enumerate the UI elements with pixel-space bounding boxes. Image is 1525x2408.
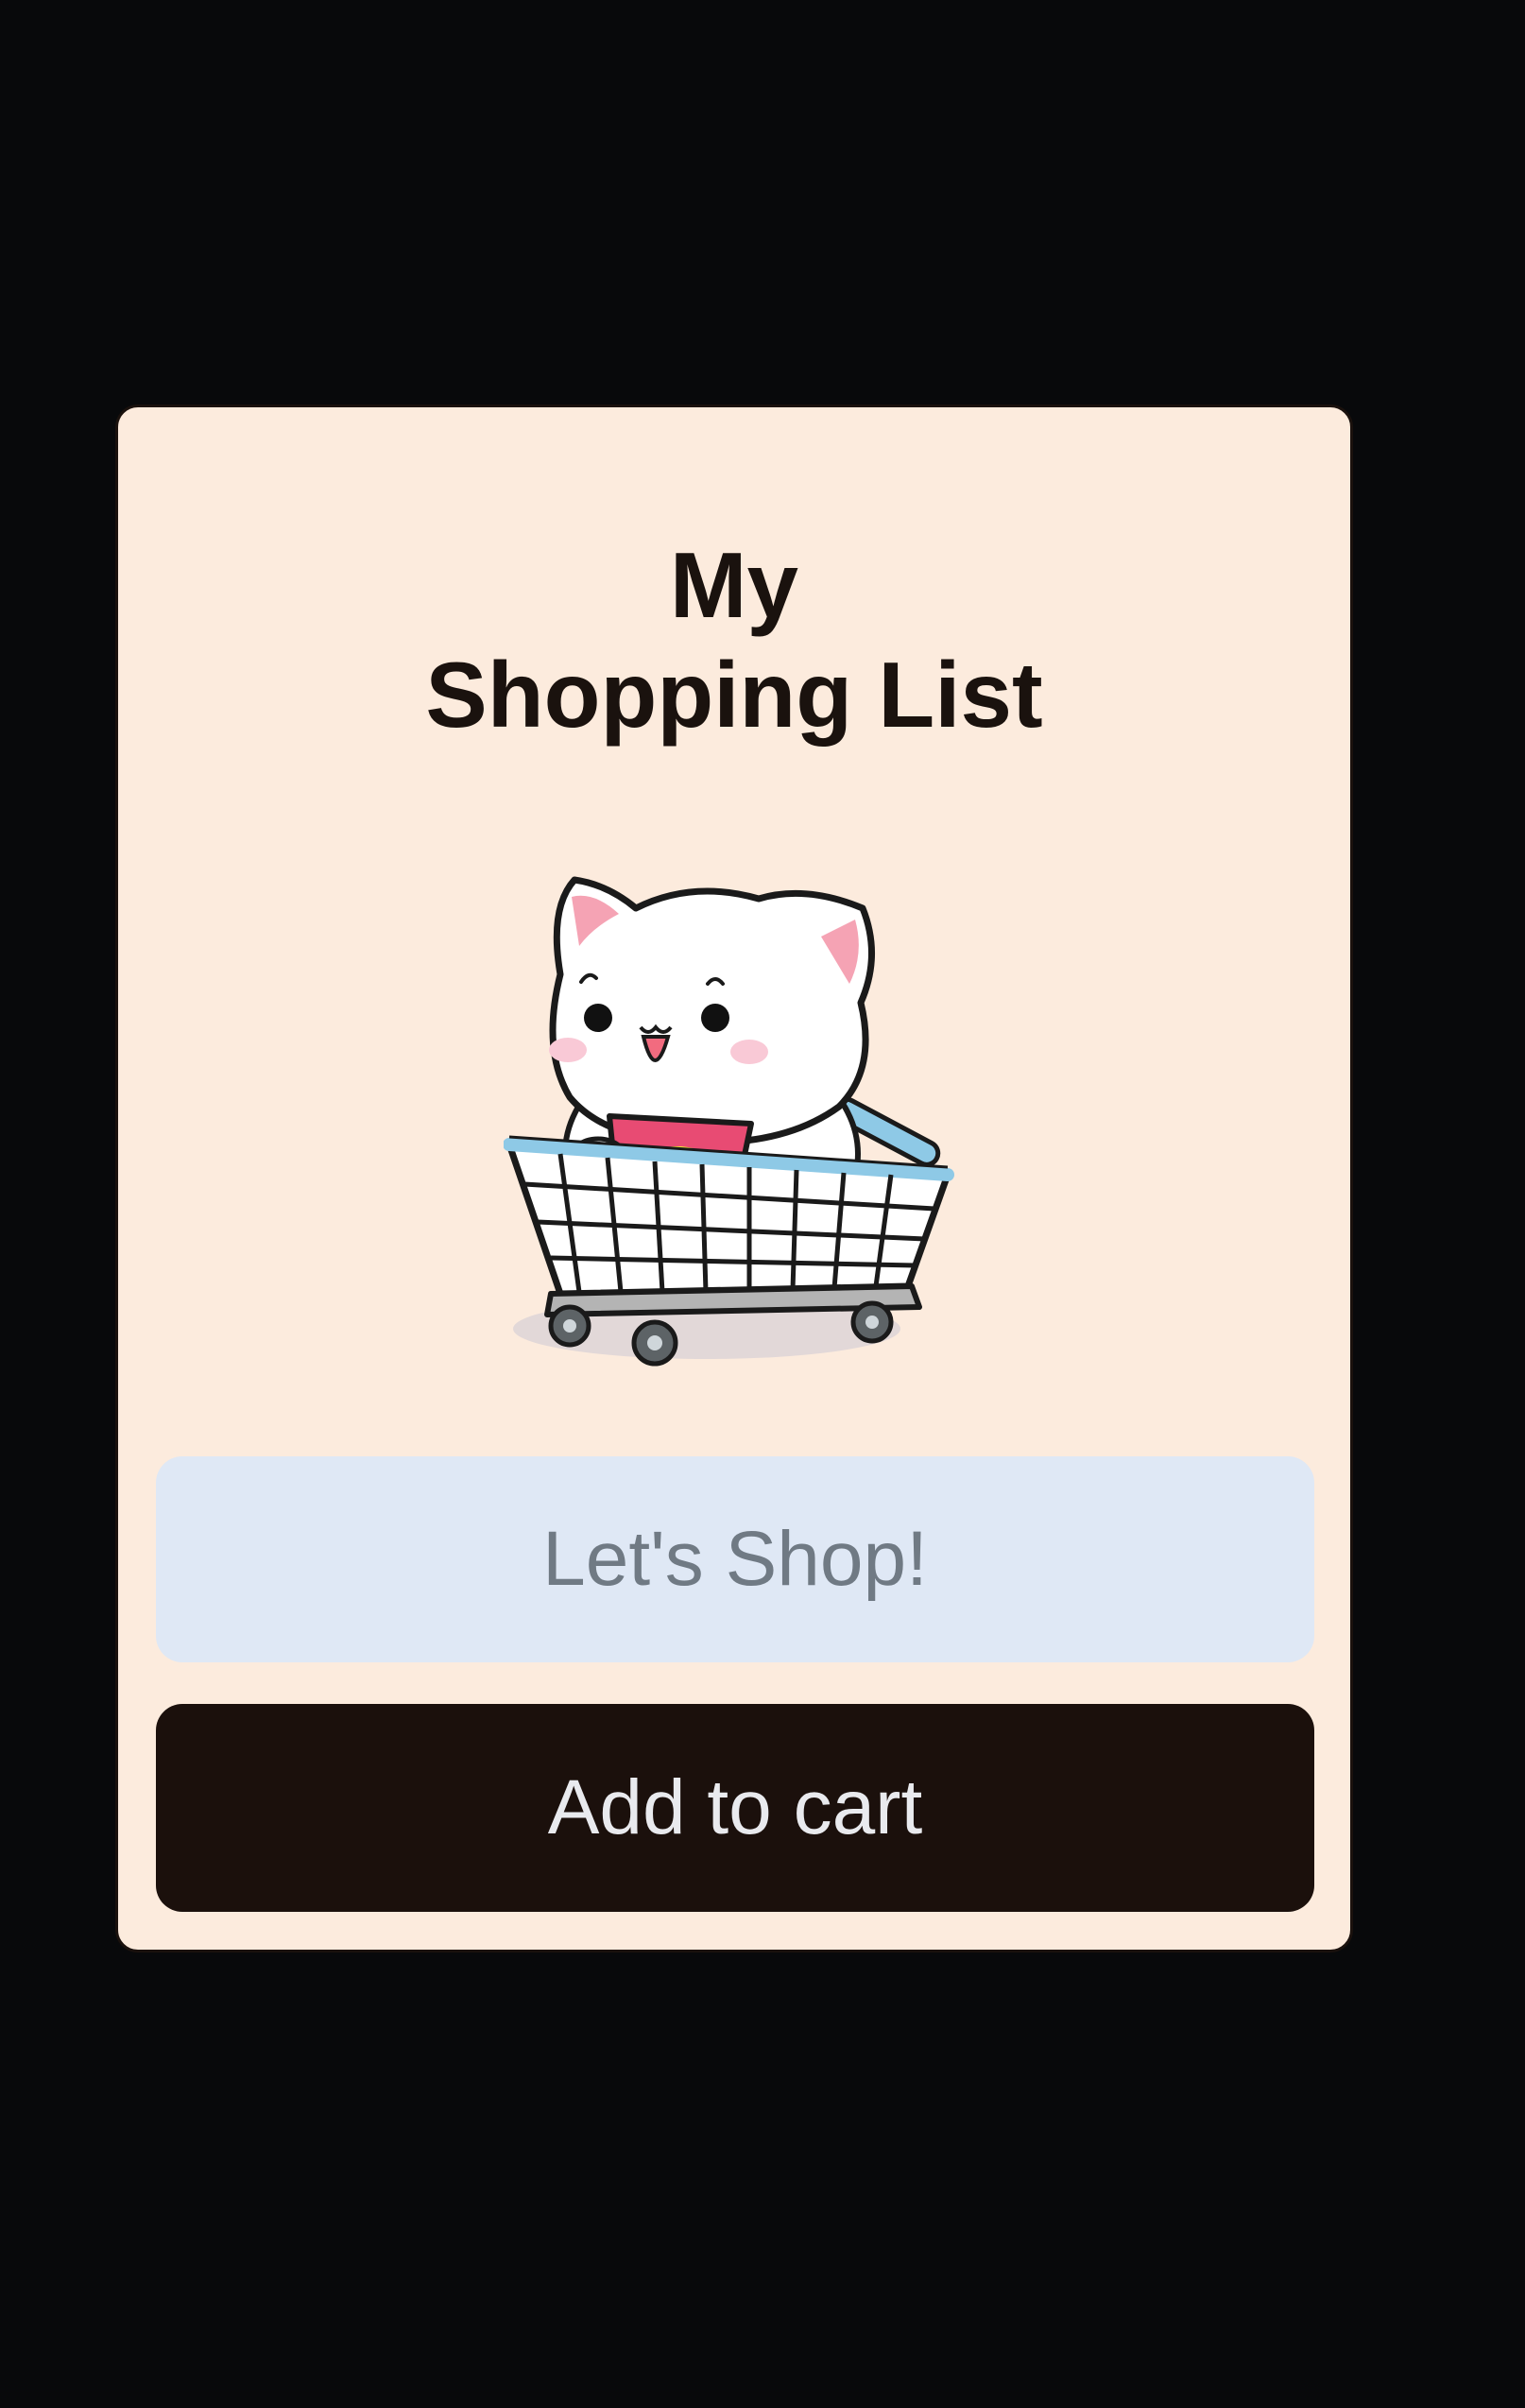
cat-in-shopping-cart-icon — [504, 842, 967, 1381]
shopping-list-card: My Shopping List Let's Shop! Add to cart — [115, 404, 1353, 1952]
page-title: My Shopping List — [118, 530, 1350, 749]
item-input[interactable] — [156, 1456, 1314, 1662]
add-to-cart-button[interactable]: Add to cart — [156, 1704, 1314, 1912]
title-line-2: Shopping List — [425, 643, 1043, 747]
title-line-1: My — [669, 533, 799, 637]
